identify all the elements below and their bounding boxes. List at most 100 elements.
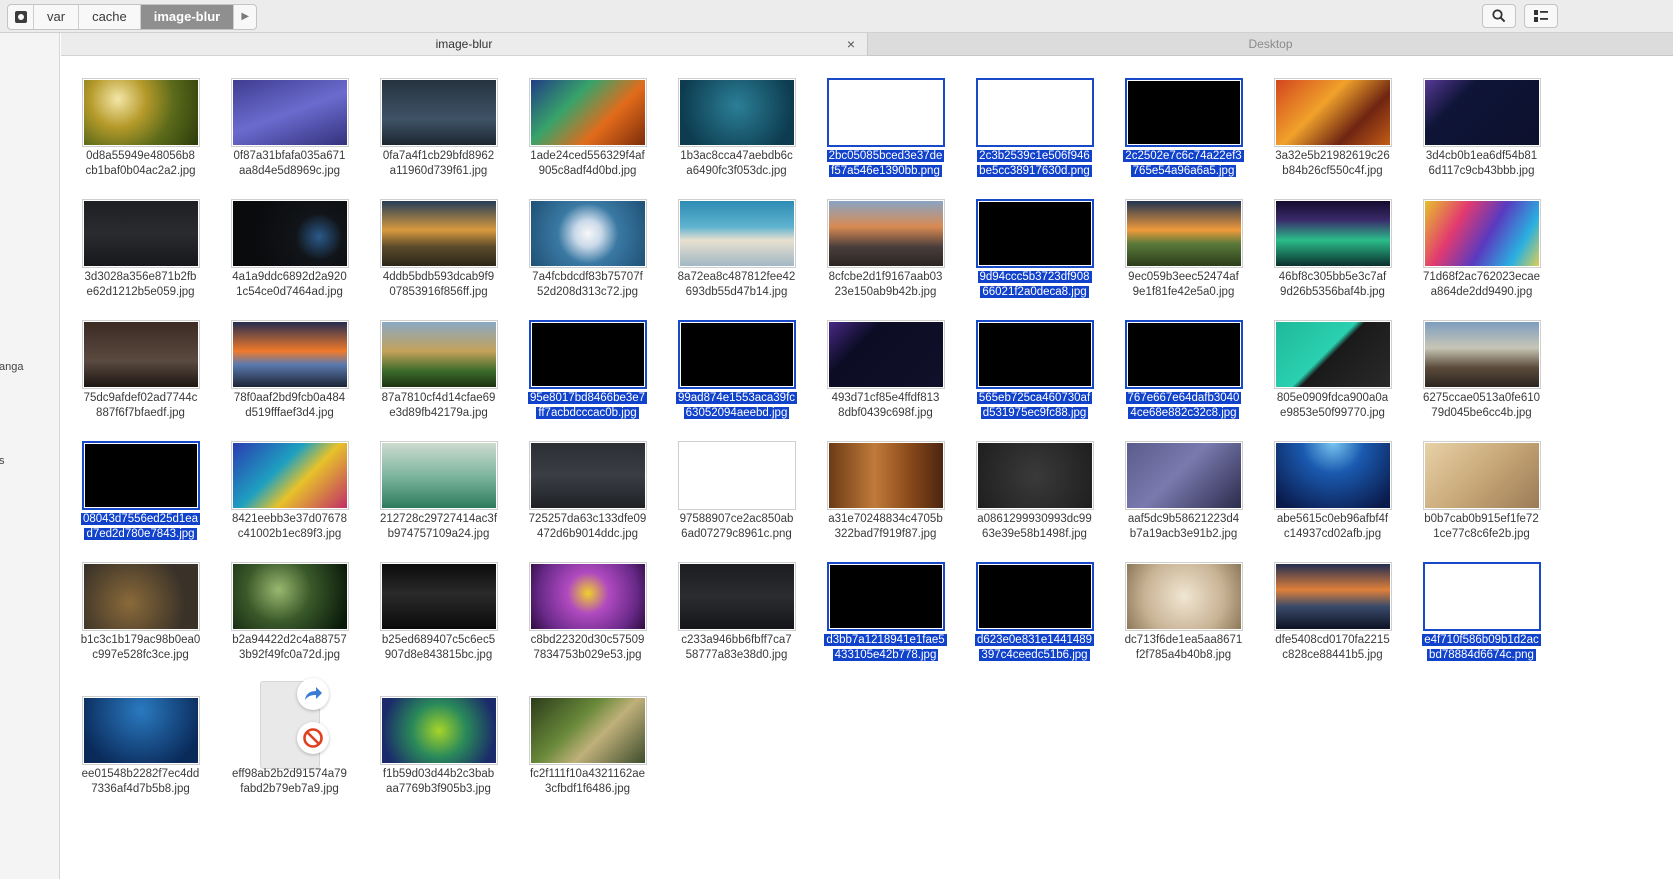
file-name: 725257da63c133dfe09 472d6b9014ddc.jpg	[513, 512, 662, 541]
breadcrumb-next-button[interactable]: ▶	[234, 5, 256, 29]
file-name-line: 23e150ab9b42b.jpg	[834, 285, 937, 298]
file-item[interactable]: 1b3ac8cca47aebdb6c a6490fc3f053dc.jpg	[662, 63, 811, 185]
file-item[interactable]: 3a32e5b21982619c26 b84b26cf550c4f.jpg	[1258, 63, 1407, 185]
file-item[interactable]: ee01548b2282f7ec4dd 7336af4d7b5b8.jpg	[66, 681, 215, 803]
file-item[interactable]: 565eb725ca460730af d531975ec9fc88.jpg	[960, 305, 1109, 427]
thumbnail-container	[1407, 547, 1556, 631]
file-item[interactable]: fc2f111f10a4321162ae 3cfbdf1f6486.jpg	[513, 681, 662, 803]
tab-desktop[interactable]: Desktop	[867, 33, 1673, 56]
file-name: 2c2502e7c6c74a22ef3 765e54a96a6a5.jpg	[1109, 149, 1258, 178]
file-item[interactable]: 0fa7a4f1cb29bfd8962 a11960d739f61.jpg	[364, 63, 513, 185]
file-item[interactable]: c8bd22320d30c57509 7834753b029e53.jpg	[513, 547, 662, 669]
file-item[interactable]: d3bb7a1218941e1fae5 433105e42b778.jpg	[811, 547, 960, 669]
file-item[interactable]: 4a1a9ddc6892d2a920 1c54ce0d7464ad.jpg	[215, 184, 364, 306]
file-name-line: c8bd22320d30c57509	[530, 634, 645, 646]
file-name: dfe5408cd0170fa2215 c828ce88441b5.jpg	[1258, 633, 1407, 662]
file-name-line: c828ce88441b5.jpg	[1282, 648, 1383, 661]
image-thumbnail	[81, 441, 200, 510]
file-item[interactable]: 3d3028a356e871b2fb e62d1212b5e059.jpg	[66, 184, 215, 306]
file-item[interactable]: 71d68f2ac762023ecae a864de2dd9490.jpg	[1407, 184, 1556, 306]
file-item[interactable]: aaf5dc9b58621223d4 b7a19acb3e91b2.jpg	[1109, 426, 1258, 548]
file-name: 7a4fcbdcdf83b75707f 52d208d313c72.jpg	[513, 270, 662, 299]
sidebar-item-label[interactable]: s	[0, 455, 5, 467]
file-item[interactable]: 46bf8c305bb5e3c7af 9d26b5356baf4b.jpg	[1258, 184, 1407, 306]
file-name-line: b7a19acb3e91b2.jpg	[1129, 527, 1238, 540]
file-name-line: 565eb725ca460730af	[976, 392, 1093, 404]
file-item[interactable]: dc713f6de1ea5aa8671 f2f785a4b40b8.jpg	[1109, 547, 1258, 669]
file-item[interactable]: 8cfcbe2d1f9167aab03 23e150ab9b42b.jpg	[811, 184, 960, 306]
file-item[interactable]: abe5615c0eb96afbf4f c14937cd02afb.jpg	[1258, 426, 1407, 548]
image-thumbnail	[230, 320, 349, 389]
file-item[interactable]: 9ec059b3eec52474af 9e1f81fe42e5a0.jpg	[1109, 184, 1258, 306]
file-name-line: d623e0e831e1441489	[974, 634, 1095, 646]
file-item[interactable]: b1c3c1b179ac98b0ea0 c997e528fc3ce.jpg	[66, 547, 215, 669]
file-name-line: 9d94ccc5b3723df908	[977, 271, 1092, 283]
file-item[interactable]: 78f0aaf2bd9fcb0a484 d519fffaef3d4.jpg	[215, 305, 364, 427]
image-thumbnail	[1124, 562, 1243, 631]
file-item[interactable]: 08043d7556ed25d1ea d7ed2d780e7843.jpg	[66, 426, 215, 548]
breadcrumb-cache[interactable]: cache	[79, 5, 141, 29]
breadcrumb-var[interactable]: var	[34, 5, 80, 29]
breadcrumb-image-blur[interactable]: image-blur	[140, 5, 235, 29]
file-item[interactable]: b2a94422d2c4a88757 3b92f49fc0a72d.jpg	[215, 547, 364, 669]
file-item[interactable]: 8a72ea8c487812fee42 693db55d47b14.jpg	[662, 184, 811, 306]
tab-image-blur[interactable]: image-blur ×	[61, 33, 867, 56]
file-item[interactable]: dfe5408cd0170fa2215 c828ce88441b5.jpg	[1258, 547, 1407, 669]
thumbnail-container	[960, 547, 1109, 631]
image-thumbnail	[1422, 441, 1541, 510]
view-options-button[interactable]	[1524, 4, 1558, 28]
file-name: 2c3b2539c1e506f946 be5cc38917630d.png	[960, 149, 1109, 178]
file-item[interactable]: eff98ab2b2d91574a79 fabd2b79eb7a9.jpg	[215, 678, 364, 803]
file-item[interactable]: 1ade24ced556329f4af 905c8adf4d0bd.jpg	[513, 63, 662, 185]
image-thumbnail	[379, 562, 498, 631]
file-item[interactable]: a0861299930993dc99 63e39e58b1498f.jpg	[960, 426, 1109, 548]
file-item[interactable]: 767e667e64dafb3040 4ce68e882c32c8.jpg	[1109, 305, 1258, 427]
image-thumbnail	[677, 562, 796, 631]
search-button[interactable]	[1482, 4, 1516, 28]
file-item[interactable]: 2c3b2539c1e506f946 be5cc38917630d.png	[960, 63, 1109, 185]
file-item[interactable]: 4ddb5bdb593dcab9f9 07853916f856ff.jpg	[364, 184, 513, 306]
file-item[interactable]: 87a7810cf4d14cfae69 e3d89fb42179a.jpg	[364, 305, 513, 427]
thumbnail-container	[1109, 426, 1258, 510]
root-disk-button[interactable]	[8, 5, 34, 29]
file-name-line: 2bc05085bced3e37de	[826, 150, 945, 162]
file-item[interactable]: d623e0e831e1441489 397c4ceedc51b6.jpg	[960, 547, 1109, 669]
file-item[interactable]: 2bc05085bced3e37de f57a546e1390bb.png	[811, 63, 960, 185]
file-name: d623e0e831e1441489 397c4ceedc51b6.jpg	[960, 633, 1109, 662]
file-item[interactable]: 9d94ccc5b3723df908 66021f2a0deca8.jpg	[960, 184, 1109, 306]
file-item[interactable]: 493d71cf85e4ffdf813 8dbf0439c698f.jpg	[811, 305, 960, 427]
file-name: abe5615c0eb96afbf4f c14937cd02afb.jpg	[1258, 512, 1407, 541]
file-item[interactable]: 3d4cb0b1ea6df54b81 6d117c9cb43bbb.jpg	[1407, 63, 1556, 185]
file-item[interactable]: 805e0909fdca900a0a e9853e50f99770.jpg	[1258, 305, 1407, 427]
file-grid: 0d8a55949e48056b8 cb1baf0b04ac2a2.jpg 0f87…	[66, 63, 1666, 863]
file-item[interactable]: 6275ccae0513a0fe610 79d045be6cc4b.jpg	[1407, 305, 1556, 427]
file-name-line: 1c54ce0d7464ad.jpg	[236, 285, 343, 298]
file-name: 0fa7a4f1cb29bfd8962 a11960d739f61.jpg	[364, 149, 513, 178]
file-name: 8cfcbe2d1f9167aab03 23e150ab9b42b.jpg	[811, 270, 960, 299]
file-item[interactable]: b25ed689407c5c6ec5 907d8e843815bc.jpg	[364, 547, 513, 669]
file-item[interactable]: 95e8017bd8466be3e7 ff7acbdcccac0b.jpg	[513, 305, 662, 427]
sidebar-item-label[interactable]: anga	[0, 361, 23, 373]
image-thumbnail	[230, 562, 349, 631]
file-item[interactable]: 2c2502e7c6c74a22ef3 765e54a96a6a5.jpg	[1109, 63, 1258, 185]
file-name: 767e667e64dafb3040 4ce68e882c32c8.jpg	[1109, 391, 1258, 420]
image-thumbnail	[1422, 562, 1541, 631]
file-item[interactable]: 97588907ce2ac850ab 6ad07279c8961c.png	[662, 426, 811, 548]
file-item[interactable]: 0f87a31bfafa035a671 aa8d4e5d8969c.jpg	[215, 63, 364, 185]
file-item[interactable]: 212728c29727414ac3f b974757109a24.jpg	[364, 426, 513, 548]
file-item[interactable]: 75dc9afdef02ad7744c 887f6f7bfaedf.jpg	[66, 305, 215, 427]
file-item[interactable]: e4f710f586b09b1d2ac bd78884d6674c.png	[1407, 547, 1556, 669]
thumbnail-container	[811, 63, 960, 147]
file-name-line: b25ed689407c5c6ec5	[381, 634, 496, 646]
file-item[interactable]: c233a946bb6fbff7ca7 58777a83e38d0.jpg	[662, 547, 811, 669]
file-item[interactable]: 99ad874e1553aca39fc 63052094aeebd.jpg	[662, 305, 811, 427]
thumbnail-container	[364, 184, 513, 268]
file-item[interactable]: 0d8a55949e48056b8 cb1baf0b04ac2a2.jpg	[66, 63, 215, 185]
file-item[interactable]: 725257da63c133dfe09 472d6b9014ddc.jpg	[513, 426, 662, 548]
file-item[interactable]: f1b59d03d44b2c3bab aa7769b3f905b3.jpg	[364, 681, 513, 803]
file-item[interactable]: b0b7cab0b915ef1fe72 1ce77c8c6fe2b.jpg	[1407, 426, 1556, 548]
file-item[interactable]: 8421eebb3e37d07678 c41002b1ec89f3.jpg	[215, 426, 364, 548]
file-item[interactable]: a31e70248834c4705b 322bad7f919f87.jpg	[811, 426, 960, 548]
close-icon[interactable]: ×	[847, 33, 855, 56]
file-item[interactable]: 7a4fcbdcdf83b75707f 52d208d313c72.jpg	[513, 184, 662, 306]
